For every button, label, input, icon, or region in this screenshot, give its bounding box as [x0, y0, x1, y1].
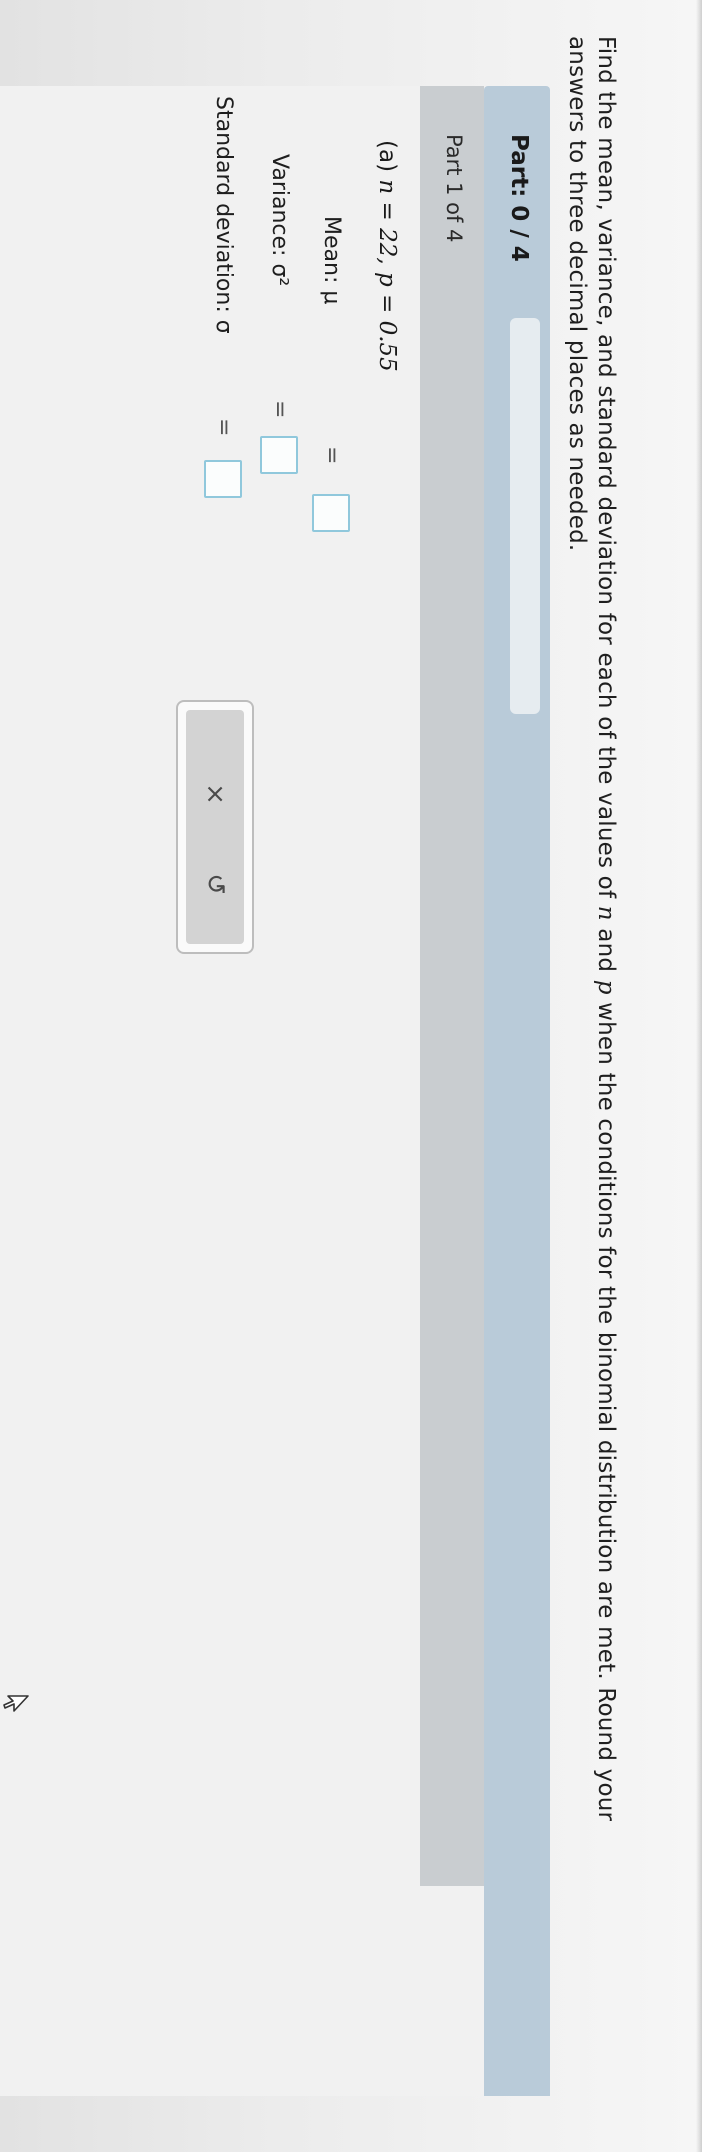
- progress-label: Part: 0 / 4: [506, 134, 532, 262]
- instructions: Find the mean, variance, and standard de…: [562, 36, 620, 2096]
- undo-button[interactable]: ↺: [186, 854, 244, 914]
- problem-math: n = 22, p = 0.55: [374, 179, 400, 372]
- instructions-text-1: Find the mean, variance, and standard de…: [593, 36, 619, 899]
- part-header: [420, 86, 484, 1886]
- instructions-text-2: when the conditions for the binomial dis…: [593, 1002, 619, 1822]
- mouse-pointer-icon: [2, 1692, 30, 1720]
- instructions-and: and: [593, 928, 619, 973]
- undo-icon: ↺: [200, 873, 230, 895]
- problem-tag: (a): [374, 140, 400, 173]
- variance-equals: =: [267, 400, 292, 419]
- variable-p: p: [593, 979, 619, 995]
- variable-n: n: [593, 905, 619, 921]
- progress-track: [510, 318, 540, 714]
- keypad-buttons: × ↺: [186, 710, 244, 944]
- std-dev-input[interactable]: [204, 460, 242, 498]
- variance-label: Variance: σ²: [267, 154, 292, 287]
- clear-button[interactable]: ×: [186, 764, 244, 824]
- close-icon: ×: [200, 783, 230, 805]
- part-label: Part 1 of 4: [442, 134, 466, 243]
- std-dev-equals: =: [211, 418, 236, 437]
- variance-input[interactable]: [260, 436, 298, 474]
- screen-edge: [696, 0, 702, 2152]
- std-dev-label: Standard deviation: σ: [211, 96, 236, 334]
- mean-label: Mean: μ: [319, 216, 344, 305]
- mean-input[interactable]: [312, 494, 350, 532]
- problem-statement: (a) n = 22, p = 0.55: [374, 140, 400, 372]
- mean-equals: =: [319, 446, 344, 465]
- instructions-text-3: answers to three decimal places as neede…: [564, 36, 590, 552]
- question-panel: [0, 86, 484, 2096]
- screen: Find the mean, variance, and standard de…: [0, 0, 702, 2152]
- answer-keypad: × ↺: [176, 700, 254, 954]
